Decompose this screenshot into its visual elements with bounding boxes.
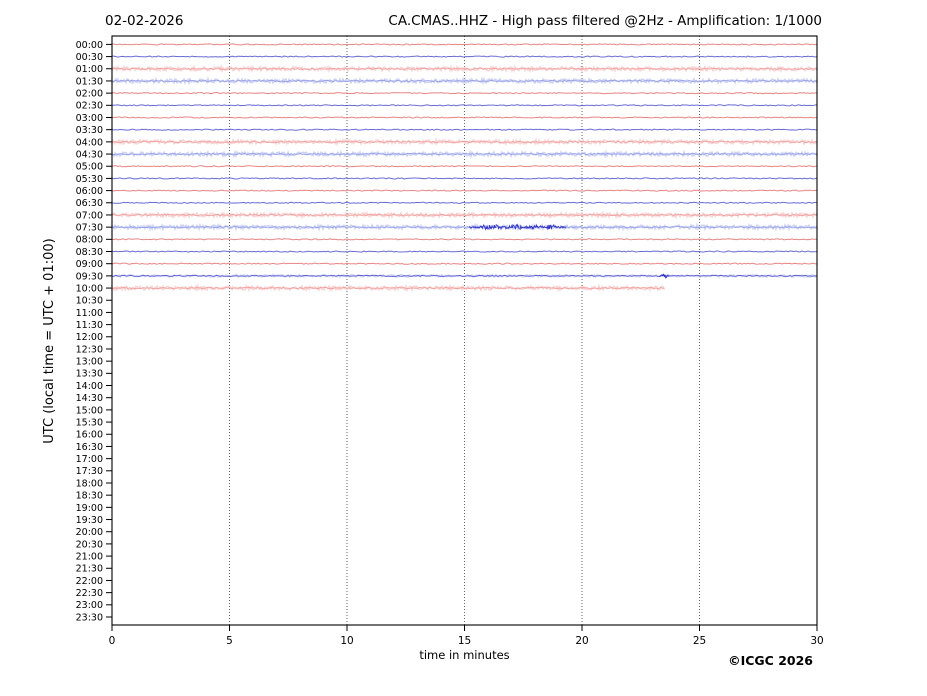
helicorder-chart: 02-02-2026 CA.CMAS..HHZ - High pass filt…: [42, 13, 824, 668]
y-tick-label: 19:00: [76, 503, 103, 514]
y-tick-label: 15:00: [76, 405, 103, 416]
y-tick-label: 09:00: [76, 259, 103, 270]
y-tick-label: 22:00: [76, 576, 103, 587]
y-tick-label: 13:30: [76, 369, 103, 380]
date-label: 02-02-2026: [105, 13, 183, 29]
y-tick-label: 18:30: [76, 491, 103, 502]
trace-line: [111, 43, 818, 46]
trace-line: [111, 250, 818, 253]
trace-row-05:00: [111, 165, 818, 168]
trace-row-06:30: [111, 201, 818, 204]
y-tick-label: 16:30: [76, 442, 103, 453]
y-axis-label: UTC (local time = UTC + 01:00): [42, 238, 57, 443]
y-tick-label: 13:00: [76, 357, 103, 368]
y-tick-label: 14:00: [76, 381, 103, 392]
trace-row-06:00: [111, 189, 818, 192]
x-tick-label: 15: [458, 635, 471, 647]
y-tick-label: 22:30: [76, 588, 103, 599]
y-tick-label: 10:00: [76, 283, 103, 294]
y-tick-label: 00:30: [76, 52, 103, 63]
trace-row-08:00: [111, 238, 818, 241]
y-tick-label: 14:30: [76, 393, 103, 404]
x-tick-label: 10: [340, 635, 353, 647]
copyright-label: ©ICGC 2026: [728, 653, 813, 668]
y-tick-label: 19:30: [76, 515, 103, 526]
gridlines: [229, 36, 700, 625]
y-tick-label: 01:30: [76, 76, 103, 87]
x-tick-label: 30: [810, 635, 823, 647]
trace-row-05:30: [111, 177, 818, 180]
trace-line: [111, 189, 818, 192]
y-tick-label: 07:00: [76, 210, 103, 221]
x-tick-label: 5: [226, 635, 233, 647]
x-tick-label: 20: [575, 635, 588, 647]
y-tick-label: 21:00: [76, 551, 103, 562]
y-tick-label: 11:30: [76, 320, 103, 331]
trace-row-01:30: [111, 76, 818, 86]
y-tick-label: 23:00: [76, 600, 103, 611]
seismic-traces: [111, 43, 818, 293]
trace-row-00:00: [111, 43, 818, 46]
y-tick-label: 20:00: [76, 527, 103, 538]
trace-row-09:30: [111, 273, 818, 279]
y-tick-label: 06:00: [76, 186, 103, 197]
y-tick-label: 08:00: [76, 235, 103, 246]
trace-row-00:30: [111, 55, 818, 58]
trace-line: [111, 55, 818, 58]
y-tick-label: 12:30: [76, 344, 103, 355]
y-tick-label: 21:30: [76, 564, 103, 575]
y-tick-label: 08:30: [76, 247, 103, 258]
y-tick-label: 18:00: [76, 478, 103, 489]
y-tick-label: 12:00: [76, 332, 103, 343]
trace-row-02:00: [111, 92, 818, 95]
y-tick-label: 01:00: [76, 64, 103, 75]
trace-row-08:30: [111, 250, 818, 253]
y-tick-label: 06:30: [76, 198, 103, 209]
y-tick-label: 11:00: [76, 308, 103, 319]
x-axis-ticks: 0 5 10 15 20 25 30: [109, 625, 824, 647]
y-tick-label: 16:00: [76, 430, 103, 441]
y-tick-label: 05:00: [76, 162, 103, 173]
y-tick-label: 20:30: [76, 539, 103, 550]
trace-line: [111, 165, 818, 168]
y-tick-label: 09:30: [76, 271, 103, 282]
y-tick-label: 07:30: [76, 223, 103, 234]
trace-line: [111, 177, 818, 180]
x-axis-label: time in minutes: [419, 648, 509, 662]
y-tick-label: 00:00: [76, 40, 103, 51]
trace-row-01:00: [111, 64, 818, 74]
chart-title: CA.CMAS..HHZ - High pass filtered @2Hz -…: [388, 13, 822, 29]
trace-line: [111, 238, 818, 241]
y-tick-label: 17:00: [76, 454, 103, 465]
trace-row-10:00: [111, 283, 666, 293]
y-tick-label: 10:30: [76, 296, 103, 307]
y-tick-label: 23:30: [76, 612, 103, 623]
trace-row-03:30: [111, 128, 818, 131]
y-tick-label: 05:30: [76, 174, 103, 185]
trace-line: [111, 92, 818, 95]
y-axis-ticks: 00:0000:3001:0001:30 02:0002:3003:0003:30…: [76, 40, 112, 623]
y-tick-label: 04:00: [76, 137, 103, 148]
y-tick-label: 03:30: [76, 125, 103, 136]
x-tick-label: 0: [109, 635, 116, 647]
x-tick-label: 25: [693, 635, 706, 647]
y-tick-label: 04:30: [76, 149, 103, 160]
helicorder-page: 02-02-2026 CA.CMAS..HHZ - High pass filt…: [0, 0, 927, 696]
y-tick-label: 02:30: [76, 101, 103, 112]
y-tick-label: 17:30: [76, 466, 103, 477]
y-tick-label: 03:00: [76, 113, 103, 124]
trace-row-04:00: [111, 137, 818, 147]
y-tick-label: 15:30: [76, 417, 103, 428]
y-tick-label: 02:00: [76, 89, 103, 100]
trace-line: [111, 201, 818, 204]
trace-line: [111, 128, 818, 131]
trace-row-04:30: [111, 149, 818, 159]
